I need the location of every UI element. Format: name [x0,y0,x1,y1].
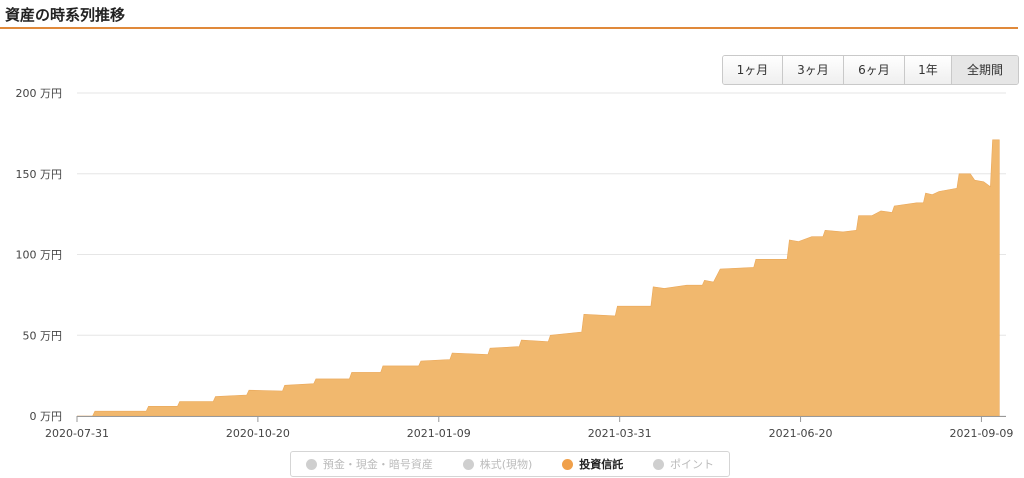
range-button-1y[interactable]: 1年 [904,56,951,84]
axis-layer: 0 万円 50 万円 100 万円 150 万円 200 万円 2020-07-31 202… [16,87,1014,440]
grid-lines [77,92,1006,417]
y-tick-label: 200 万円 [16,87,63,100]
x-tick-label: 2021-06-20 [769,427,833,440]
legend-item-points[interactable]: ポイント [653,456,714,472]
legend-label: 投資信託 [579,458,624,471]
range-button-all[interactable]: 全期間 [951,56,1018,84]
range-selector: 1ヶ月 3ヶ月 6ヶ月 1年 全期間 [722,55,1019,85]
y-tick-label: 50 万円 [23,329,63,342]
title-underline [0,27,1018,29]
legend-dot-icon [653,458,665,470]
x-tick-label: 2021-09-09 [949,427,1013,440]
legend-dot-icon [305,458,317,470]
x-tick-label: 2020-07-31 [45,427,109,440]
x-tick-label: 2021-03-31 [588,427,652,440]
legend-dot-icon [562,458,574,470]
legend-label: 預金・現金・暗号資産 [322,458,433,471]
x-tick-label: 2020-10-20 [226,427,290,440]
range-button-1m[interactable]: 1ヶ月 [723,56,782,84]
range-button-6m[interactable]: 6ヶ月 [843,56,904,84]
legend-label: 株式(現物) [479,458,533,471]
legend-item-cash[interactable]: 預金・現金・暗号資産 [305,456,433,472]
y-tick-label: 0 万円 [30,410,63,423]
page-title: 資産の時系列推移 [5,6,126,24]
y-tick-label: 100 万円 [16,249,63,262]
range-button-3m[interactable]: 3ヶ月 [782,56,843,84]
legend-item-funds[interactable]: 投資信託 [562,456,623,472]
legend-label: ポイント [670,458,715,471]
x-tick-label: 2021-01-09 [407,427,471,440]
y-tick-label: 150 万円 [16,168,63,181]
legend: 預金・現金・暗号資産 株式(現物) 投資信託 ポイント [290,451,730,477]
series-area-layer [77,139,1000,417]
legend-dot-icon [462,458,474,470]
series-area [77,139,1000,417]
legend-item-stocks[interactable]: 株式(現物) [462,456,533,472]
